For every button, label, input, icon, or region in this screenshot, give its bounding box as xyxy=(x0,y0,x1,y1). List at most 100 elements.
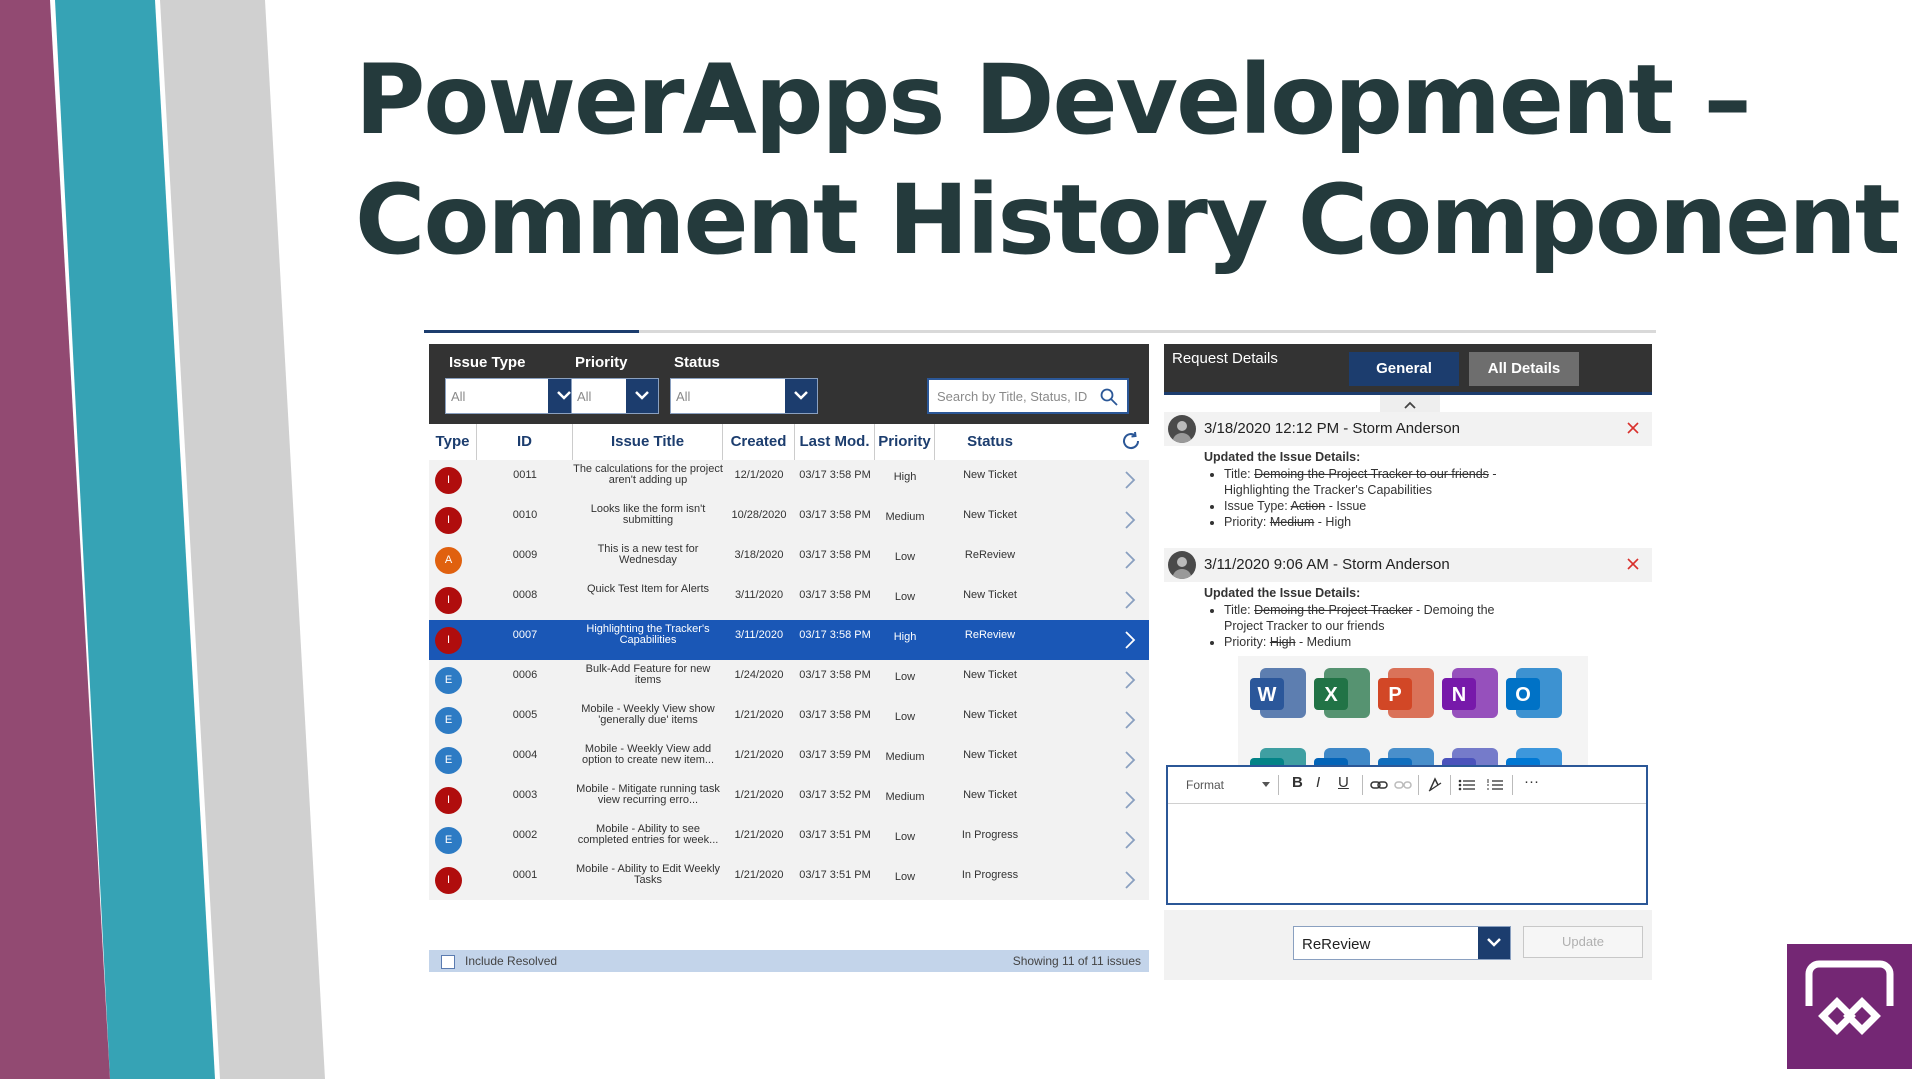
bulleted-list-icon[interactable] xyxy=(1458,779,1476,791)
details-title: Request Details xyxy=(1172,350,1278,367)
caret-down-icon[interactable] xyxy=(1262,782,1270,788)
chevron-right-icon[interactable] xyxy=(1123,550,1137,570)
table-row[interactable]: E 0006 Bulk-Add Feature for new items 1/24/… xyxy=(429,660,1149,701)
decorative-stripes xyxy=(0,0,325,1079)
change-item: Title: Demoing the Project Tracker - Dem… xyxy=(1224,602,1534,634)
format-dropdown[interactable]: Format xyxy=(1186,778,1224,792)
change-label: Issue Type: xyxy=(1224,499,1291,513)
chevron-right-icon[interactable] xyxy=(1123,510,1137,530)
search-input[interactable]: Search by Title, Status, ID xyxy=(927,378,1129,414)
more-options-button[interactable]: ··· xyxy=(1524,773,1539,790)
numbered-list-icon[interactable] xyxy=(1486,779,1504,791)
chevron-down-icon[interactable] xyxy=(785,379,817,413)
details-header: Request Details General All Details xyxy=(1164,344,1652,395)
type-badge: I xyxy=(435,587,462,614)
chevron-right-icon[interactable] xyxy=(1123,870,1137,890)
app-screenshot: Issue Type All Priority All Status All S… xyxy=(424,330,1656,980)
clear-formatting-icon[interactable] xyxy=(1426,777,1444,793)
request-details-panel: Request Details General All Details 3/18… xyxy=(1164,344,1652,980)
update-button[interactable]: Update xyxy=(1523,926,1643,958)
priority-dropdown[interactable]: All xyxy=(571,378,659,414)
table-row[interactable]: I 0003 Mobile - Mitigate running task view… xyxy=(429,780,1149,821)
toolbar-divider xyxy=(1278,775,1279,795)
chevron-right-icon[interactable] xyxy=(1123,630,1137,650)
chevron-right-icon[interactable] xyxy=(1123,750,1137,770)
cell-priority: Low xyxy=(894,831,916,843)
cell-priority: Medium xyxy=(885,791,925,803)
column-issue-title[interactable]: Issue Title xyxy=(573,424,723,460)
cell-title: This is a new test for Wednesday xyxy=(597,543,699,566)
table-row[interactable]: I 0008 Quick Test Item for Alerts 3/11/2020… xyxy=(429,580,1149,621)
type-badge: E xyxy=(435,667,462,694)
table-row[interactable]: I 0010 Looks like the form isn't submittin… xyxy=(429,500,1149,541)
table-row[interactable]: E 0005 Mobile - Weekly View show 'generall… xyxy=(429,700,1149,741)
tab-all-details[interactable]: All Details xyxy=(1469,352,1579,386)
old-value: High xyxy=(1269,635,1296,649)
cell-title: Mobile - Ability to see completed entrie… xyxy=(577,823,719,846)
cell-id: 0009 xyxy=(512,549,538,561)
column-status[interactable]: Status xyxy=(935,424,1045,460)
close-icon[interactable] xyxy=(1626,557,1640,571)
include-resolved-label: Include Resolved xyxy=(465,954,558,968)
chevron-right-icon[interactable] xyxy=(1123,470,1137,490)
underline-button[interactable]: U xyxy=(1338,774,1349,791)
type-badge: E xyxy=(435,707,462,734)
status-dropdown[interactable]: All xyxy=(670,378,818,414)
close-icon[interactable] xyxy=(1626,421,1640,435)
cell-created: 1/21/2020 xyxy=(734,789,784,801)
office-app-icon: X xyxy=(1308,664,1378,724)
table-row[interactable]: I 0011 The calculations for the project ar… xyxy=(429,460,1149,501)
office-app-icon: O xyxy=(1500,664,1570,724)
column-last-mod[interactable]: Last Mod. xyxy=(795,424,875,460)
issue-type-value: All xyxy=(451,389,466,404)
column-priority[interactable]: Priority xyxy=(875,424,935,460)
cell-created: 3/11/2020 xyxy=(734,589,784,601)
unlink-icon[interactable] xyxy=(1394,778,1412,792)
type-badge: I xyxy=(435,467,462,494)
link-icon[interactable] xyxy=(1370,778,1388,792)
table-row[interactable]: E 0002 Mobile - Ability to see completed e… xyxy=(429,820,1149,861)
cell-id: 0011 xyxy=(513,469,537,481)
cell-title: Looks like the form isn't submitting xyxy=(590,503,706,526)
old-value: Demoing the Project Tracker to our frien… xyxy=(1254,467,1489,481)
bold-button[interactable]: B xyxy=(1292,774,1303,791)
chevron-right-icon[interactable] xyxy=(1123,830,1137,850)
issue-list-panel: Issue Type All Priority All Status All S… xyxy=(429,344,1149,980)
office-app-icon: P xyxy=(1372,664,1442,724)
old-value: Demoing the Project Tracker xyxy=(1254,603,1413,617)
cell-created: 12/1/2020 xyxy=(734,469,784,481)
status-update-value: ReReview xyxy=(1302,936,1371,953)
rich-text-editor[interactable]: Format B I U ··· xyxy=(1166,765,1648,905)
chevron-right-icon[interactable] xyxy=(1123,670,1137,690)
column-created[interactable]: Created xyxy=(723,424,795,460)
table-row[interactable]: E 0004 Mobile - Weekly View add option to … xyxy=(429,740,1149,781)
office-app-letter: N xyxy=(1451,684,1467,706)
chevron-down-icon[interactable] xyxy=(626,379,658,413)
column-id[interactable]: ID xyxy=(477,424,573,460)
tab-general[interactable]: General xyxy=(1349,352,1459,386)
new-value: - Issue xyxy=(1325,499,1367,513)
status-update-dropdown[interactable]: ReReview xyxy=(1293,926,1511,960)
type-badge: I xyxy=(435,867,462,894)
type-badge: E xyxy=(435,827,462,854)
italic-button[interactable]: I xyxy=(1316,774,1320,791)
table-row[interactable]: I 0001 Mobile - Ability to Edit Weekly Tas… xyxy=(429,860,1149,901)
chevron-right-icon[interactable] xyxy=(1123,590,1137,610)
search-icon[interactable] xyxy=(1099,387,1119,407)
chevron-right-icon[interactable] xyxy=(1123,790,1137,810)
comment-history[interactable]: 3/18/2020 12:12 PM - Storm Anderson Upda… xyxy=(1164,395,1652,765)
issue-type-dropdown[interactable]: All xyxy=(445,378,581,414)
cell-status: New Ticket xyxy=(963,589,1017,601)
cell-priority: High xyxy=(893,471,917,483)
column-type[interactable]: Type xyxy=(429,424,477,460)
refresh-icon[interactable] xyxy=(1119,429,1143,453)
toolbar-divider xyxy=(1418,775,1419,795)
table-row[interactable]: I 0007 Highlighting the Tracker's Capabili… xyxy=(429,620,1149,661)
table-row[interactable]: A 0009 This is a new test for Wednesday 3/1… xyxy=(429,540,1149,581)
cell-id: 0003 xyxy=(512,789,538,801)
cell-title: Bulk-Add Feature for new items xyxy=(585,663,711,686)
include-resolved-checkbox[interactable] xyxy=(441,955,455,969)
chevron-down-icon[interactable] xyxy=(1478,927,1510,959)
chevron-right-icon[interactable] xyxy=(1123,710,1137,730)
cell-priority: Low xyxy=(894,871,916,883)
